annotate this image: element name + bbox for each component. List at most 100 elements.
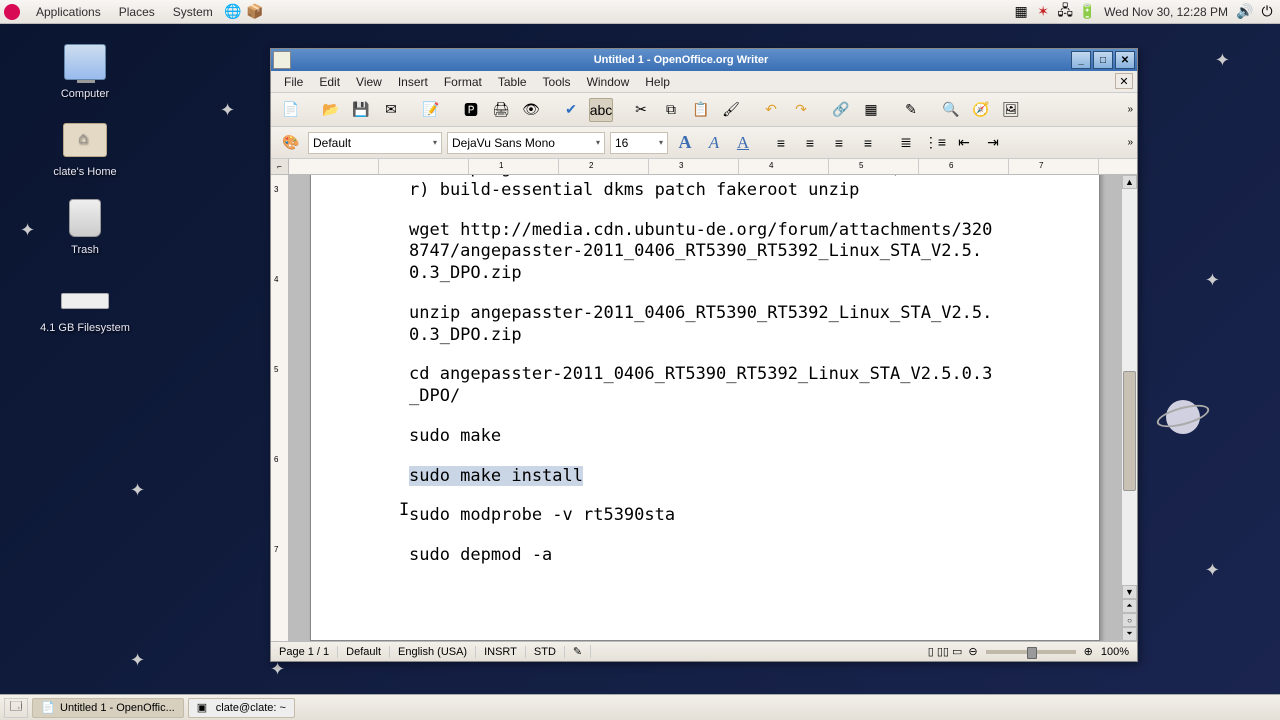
minimize-button[interactable]: _ <box>1071 51 1091 69</box>
page-indicator[interactable]: Page 1 / 1 <box>271 646 338 658</box>
debian-logo-icon[interactable] <box>4 4 20 20</box>
shutdown-icon[interactable]: ⏻ <box>1258 2 1276 22</box>
save-button[interactable]: 💾 <box>349 98 373 122</box>
menu-view[interactable]: View <box>349 73 389 91</box>
volume-icon[interactable]: 🔊 <box>1236 2 1254 22</box>
maximize-button[interactable]: □ <box>1093 51 1113 69</box>
hyperlink-button[interactable]: 🔗 <box>829 98 853 122</box>
menu-format[interactable]: Format <box>437 73 489 91</box>
document-line[interactable]: sudo depmod -a <box>409 545 1001 567</box>
document-line[interactable]: sudo apt-get install --reinstall linux-h… <box>409 175 1001 202</box>
signature-indicator[interactable]: ✎ <box>565 645 591 658</box>
print-button[interactable]: 🖨 <box>489 98 513 122</box>
cut-button[interactable]: ✂ <box>629 98 653 122</box>
italic-button[interactable]: A <box>702 131 726 155</box>
menu-table[interactable]: Table <box>491 73 534 91</box>
export-pdf-button[interactable]: 🅿 <box>459 98 483 122</box>
undo-button[interactable]: ↶ <box>759 98 783 122</box>
navigation-button[interactable]: ○ <box>1122 613 1137 627</box>
numbered-list-button[interactable]: ≣ <box>894 131 918 155</box>
desktop-icon-filesystem[interactable]: 4.1 GB Filesystem <box>30 274 140 334</box>
redo-button[interactable]: ↷ <box>789 98 813 122</box>
zoom-percent[interactable]: 100% <box>1093 646 1137 658</box>
font-size-combo[interactable]: 16▾ <box>610 132 668 154</box>
document-line[interactable]: sudo make <box>409 426 1001 448</box>
align-right-button[interactable]: ≡ <box>827 131 851 155</box>
system-menu[interactable]: System <box>165 3 221 21</box>
menu-tools[interactable]: Tools <box>536 73 578 91</box>
autospellcheck-button[interactable]: abc <box>589 98 613 122</box>
document-page[interactable]: I sudo apt-get install --reinstall linux… <box>310 175 1100 641</box>
format-paintbrush-button[interactable]: 🖌 <box>719 98 743 122</box>
email-button[interactable]: ✉ <box>379 98 403 122</box>
applications-menu[interactable]: Applications <box>28 3 109 21</box>
table-insert-button[interactable]: ▦ <box>859 98 883 122</box>
styles-window-button[interactable]: 🎨 <box>279 131 303 155</box>
next-page-button[interactable]: ⏷ <box>1122 627 1137 641</box>
font-name-combo[interactable]: DejaVu Sans Mono▾ <box>447 132 605 154</box>
find-button[interactable]: 🔍 <box>939 98 963 122</box>
vertical-ruler[interactable]: 345 67 <box>271 175 289 641</box>
view-layout-icons[interactable]: ▯ ▯▯ ▭ <box>922 645 969 658</box>
scroll-down-button[interactable]: ▼ <box>1122 585 1137 599</box>
desktop-icon-home[interactable]: clate's Home <box>30 118 140 178</box>
show-desktop-button[interactable]: 🗔 <box>4 698 28 718</box>
desktop-icon-trash[interactable]: Trash <box>30 196 140 256</box>
web-browser-launcher-icon[interactable]: 🌐 <box>223 2 243 22</box>
navigator-button[interactable]: 🧭 <box>969 98 993 122</box>
document-line[interactable]: unzip angepasster-2011_0406_RT5390_RT539… <box>409 303 1001 347</box>
document-line[interactable]: sudo modprobe -v rt5390sta <box>409 505 1001 527</box>
copy-button[interactable]: ⧉ <box>659 98 683 122</box>
menu-help[interactable]: Help <box>638 73 677 91</box>
menu-insert[interactable]: Insert <box>391 73 435 91</box>
selection-mode-indicator[interactable]: STD <box>526 646 565 658</box>
insert-mode-indicator[interactable]: INSRT <box>476 646 526 658</box>
zoom-in-button[interactable]: ⊕ <box>1084 645 1093 658</box>
bullet-list-button[interactable]: ⋮≡ <box>923 131 947 155</box>
network-manager-icon[interactable]: 🖧 <box>1056 2 1074 22</box>
document-line[interactable]: cd angepasster-2011_0406_RT5390_RT5392_L… <box>409 364 1001 408</box>
scroll-up-button[interactable]: ▲ <box>1122 175 1137 189</box>
taskbar-task-writer[interactable]: 📄 Untitled 1 - OpenOffic... <box>32 698 184 718</box>
taskbar-task-terminal[interactable]: ▣ clate@clate: ~ <box>188 698 295 718</box>
scroll-thumb[interactable] <box>1123 371 1136 491</box>
menu-file[interactable]: File <box>277 73 310 91</box>
increase-indent-button[interactable]: ⇥ <box>981 131 1005 155</box>
document-line[interactable]: sudo make install <box>409 466 1001 488</box>
align-center-button[interactable]: ≡ <box>798 131 822 155</box>
align-left-button[interactable]: ≡ <box>769 131 793 155</box>
battery-icon[interactable]: 🔋 <box>1078 2 1096 22</box>
menu-edit[interactable]: Edit <box>312 73 347 91</box>
language-indicator[interactable]: English (USA) <box>390 646 476 658</box>
close-button[interactable]: ✕ <box>1115 51 1135 69</box>
align-justify-button[interactable]: ≡ <box>856 131 880 155</box>
show-draw-button[interactable]: ✎ <box>899 98 923 122</box>
horizontal-ruler[interactable]: ⌐ 123 456 7 <box>271 159 1137 175</box>
new-doc-button[interactable]: 📄 <box>279 98 303 122</box>
document-line[interactable]: wget http://media.cdn.ubuntu-de.org/foru… <box>409 220 1001 285</box>
toolbar-overflow-icon[interactable]: » <box>1127 104 1133 115</box>
toolbar-overflow-icon[interactable]: » <box>1127 137 1133 148</box>
edit-file-button[interactable]: 📝 <box>419 98 443 122</box>
zoom-out-button[interactable]: ⊖ <box>968 645 977 658</box>
desktop-icon-computer[interactable]: Computer <box>30 40 140 100</box>
underline-button[interactable]: A <box>731 131 755 155</box>
print-preview-button[interactable]: 👁 <box>519 98 543 122</box>
tray-applet-icon[interactable]: ▦ <box>1012 2 1030 22</box>
gallery-button[interactable]: 🖼 <box>999 98 1023 122</box>
prev-page-button[interactable]: ⏶ <box>1122 599 1137 613</box>
places-menu[interactable]: Places <box>111 3 163 21</box>
document-close-button[interactable]: ✕ <box>1115 73 1133 89</box>
paragraph-style-combo[interactable]: Default▾ <box>308 132 442 154</box>
clock-applet[interactable]: Wed Nov 30, 12:28 PM <box>1100 5 1232 19</box>
update-notifier-icon[interactable]: ✶ <box>1034 2 1052 22</box>
spellcheck-button[interactable]: ✔ <box>559 98 583 122</box>
open-button[interactable]: 📂 <box>319 98 343 122</box>
paste-button[interactable]: 📋 <box>689 98 713 122</box>
page-style-indicator[interactable]: Default <box>338 646 390 658</box>
software-launcher-icon[interactable]: 📦 <box>245 2 265 22</box>
decrease-indent-button[interactable]: ⇤ <box>952 131 976 155</box>
bold-button[interactable]: A <box>673 131 697 155</box>
vertical-scrollbar[interactable]: ▲ ▼ ⏶ ○ ⏷ <box>1121 175 1137 641</box>
menu-window[interactable]: Window <box>580 73 637 91</box>
